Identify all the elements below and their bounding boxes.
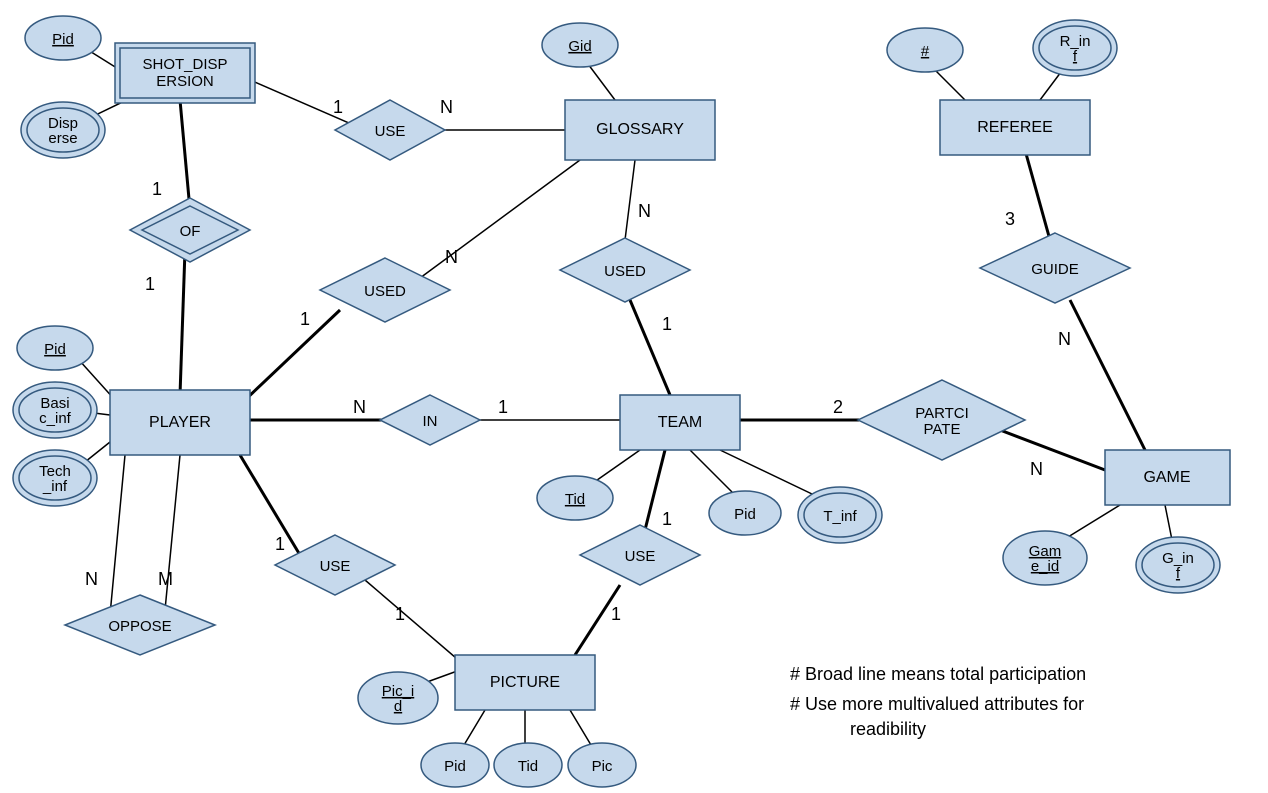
note-line3: readibility — [850, 719, 926, 739]
entity-team: TEAM — [620, 395, 740, 450]
attr-disperse: Disp erse — [21, 102, 105, 158]
card-tm-use-pic: 1 — [662, 509, 672, 529]
svg-text:T_inf: T_inf — [823, 508, 857, 525]
attr-gid: Gid — [542, 23, 618, 67]
svg-text:OPPOSE: OPPOSE — [108, 618, 171, 635]
attr-ref-num: # — [887, 28, 963, 72]
svg-text:Tid: Tid — [565, 491, 585, 508]
card-sd-of: 1 — [152, 179, 162, 199]
entity-game: GAME — [1105, 450, 1230, 505]
card-tm-part: 2 — [833, 397, 843, 417]
attr-game-id: Gam e_id — [1003, 531, 1087, 585]
svg-text:OF: OF — [180, 223, 201, 240]
attr-pic: Pic — [568, 743, 636, 787]
svg-text:USED: USED — [604, 263, 646, 280]
rel-oppose: OPPOSE — [65, 595, 215, 655]
attr-pic-pid: Pid — [421, 743, 489, 787]
entity-player: PLAYER — [110, 390, 250, 455]
svg-text:erse: erse — [48, 130, 77, 147]
card-pl-use-pic: 1 — [275, 534, 285, 554]
svg-text:d: d — [394, 698, 402, 715]
svg-text:PICTURE: PICTURE — [490, 674, 560, 691]
svg-text:Pic: Pic — [592, 758, 613, 775]
svg-text:Gid: Gid — [568, 38, 591, 55]
card-pl-used: 1 — [300, 309, 310, 329]
rel-of: OF — [130, 198, 250, 262]
svg-text:c_inf: c_inf — [39, 410, 72, 427]
svg-text:Pid: Pid — [734, 506, 756, 523]
svg-text:Tid: Tid — [518, 758, 538, 775]
svg-text:Pid: Pid — [444, 758, 466, 775]
rel-guide: GUIDE — [980, 233, 1130, 303]
card-gm-part: N — [1030, 459, 1043, 479]
svg-text:Pid: Pid — [52, 31, 74, 48]
card-pic-use-tm: 1 — [611, 604, 621, 624]
svg-text:PARTCI: PARTCI — [915, 405, 969, 422]
svg-text:#: # — [921, 43, 930, 60]
svg-text:GLOSSARY: GLOSSARY — [596, 121, 684, 138]
card-sd-use: 1 — [333, 97, 343, 117]
card-pl-in: N — [353, 397, 366, 417]
attr-pic-id: Pic_i d — [358, 672, 438, 724]
card-pl-opp-n: N — [85, 569, 98, 589]
svg-text:PLAYER: PLAYER — [149, 414, 211, 431]
svg-text:TEAM: TEAM — [658, 414, 702, 431]
rel-in: IN — [380, 395, 480, 445]
attr-t-pid: Pid — [709, 491, 781, 535]
attr-tid: Tid — [537, 476, 613, 520]
card-pic-use-pl: 1 — [395, 604, 405, 624]
svg-text:e_id: e_id — [1031, 558, 1059, 575]
svg-text:GUIDE: GUIDE — [1031, 261, 1079, 278]
svg-text:IN: IN — [423, 413, 438, 430]
attr-sd-pid: Pid — [25, 16, 101, 60]
svg-text:Pid: Pid — [44, 341, 66, 358]
card-gm-guide: N — [1058, 329, 1071, 349]
rel-use-team-picture: USE — [580, 525, 700, 585]
card-gl-used-t: N — [638, 201, 651, 221]
card-gl-use: N — [440, 97, 453, 117]
svg-text:GAME: GAME — [1143, 469, 1190, 486]
svg-text:REFEREE: REFEREE — [977, 119, 1053, 136]
attr-g-inf: G_in f — [1136, 537, 1220, 593]
attr-p-pid: Pid — [17, 326, 93, 370]
svg-text:USED: USED — [364, 283, 406, 300]
card-ref-guide: 3 — [1005, 209, 1015, 229]
rel-use-sd-gl: USE — [335, 100, 445, 160]
card-pl-of: 1 — [145, 274, 155, 294]
entity-shot-dispersion: SHOT_DISP ERSION — [115, 43, 255, 103]
note-line1: # Broad line means total participation — [790, 664, 1086, 684]
entity-glossary: GLOSSARY — [565, 100, 715, 160]
svg-text:USE: USE — [375, 123, 406, 140]
entity-referee: REFEREE — [940, 100, 1090, 155]
entity-picture: PICTURE — [455, 655, 595, 710]
attr-pic-tid: Tid — [494, 743, 562, 787]
svg-text:ERSION: ERSION — [156, 73, 214, 90]
rel-used-tg: USED — [560, 238, 690, 302]
attr-t-inf: T_inf — [798, 487, 882, 543]
attr-basic-inf: Basi c_inf — [13, 382, 97, 438]
svg-text:PATE: PATE — [924, 421, 961, 438]
card-pl-opp-m: M — [158, 569, 173, 589]
rel-participate: PARTCI PATE — [858, 380, 1025, 460]
note-line2: # Use more multivalued attributes for — [790, 694, 1084, 714]
svg-text:_inf: _inf — [42, 478, 68, 495]
card-tm-used: 1 — [662, 314, 672, 334]
svg-text:USE: USE — [320, 558, 351, 575]
attr-tech-inf: Tech _inf — [13, 450, 97, 506]
svg-text:SHOT_DISP: SHOT_DISP — [142, 56, 227, 73]
card-tm-in: 1 — [498, 397, 508, 417]
attr-r-inf: R_in f — [1033, 20, 1117, 76]
card-gl-used-p: N — [445, 247, 458, 267]
svg-text:USE: USE — [625, 548, 656, 565]
